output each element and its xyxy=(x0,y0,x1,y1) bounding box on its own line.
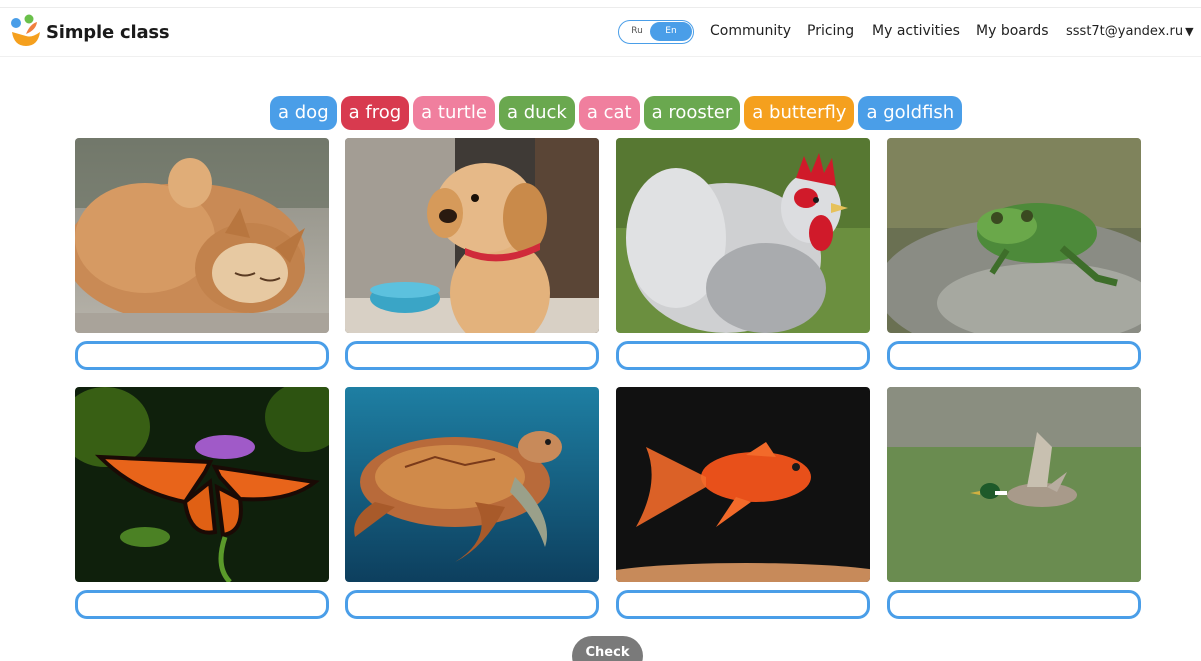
goldfish-photo xyxy=(616,387,870,582)
brand-name[interactable]: Simple class xyxy=(46,22,170,43)
answer-input[interactable] xyxy=(75,590,329,619)
answer-input[interactable] xyxy=(887,341,1141,370)
answer-input[interactable] xyxy=(345,341,599,370)
user-email: ssst7t@yandex.ru xyxy=(1066,24,1184,39)
nav-community[interactable]: Community xyxy=(710,23,791,39)
top-header: Simple class Ru En Community Pricing My … xyxy=(0,7,1201,57)
check-button[interactable]: Check xyxy=(572,636,643,661)
nav-pricing[interactable]: Pricing xyxy=(807,23,854,39)
word-chip[interactable]: a frog xyxy=(340,96,410,130)
word-chip[interactable]: a rooster xyxy=(643,96,741,130)
answer-input[interactable] xyxy=(616,590,870,619)
language-toggle[interactable]: Ru En xyxy=(618,20,694,44)
nav-my-boards[interactable]: My boards xyxy=(976,23,1049,39)
word-chip[interactable]: a butterfly xyxy=(744,96,855,130)
rooster-photo xyxy=(616,138,870,333)
answer-input[interactable] xyxy=(75,341,329,370)
word-chip[interactable]: a dog xyxy=(270,96,337,130)
cat-photo xyxy=(75,138,329,333)
answer-input[interactable] xyxy=(616,341,870,370)
word-chip[interactable]: a duck xyxy=(498,96,575,130)
nav-my-activities[interactable]: My activities xyxy=(872,23,960,39)
butterfly-photo xyxy=(75,387,329,582)
turtle-photo xyxy=(345,387,599,582)
word-chip[interactable]: a goldfish xyxy=(858,96,963,130)
word-chip[interactable]: a turtle xyxy=(413,96,495,130)
frog-photo xyxy=(887,138,1141,333)
lang-en-option[interactable]: En xyxy=(650,22,692,41)
word-chip[interactable]: a cat xyxy=(578,96,640,130)
simple-class-logo-icon[interactable] xyxy=(10,14,42,48)
word-bank: a dog a frog a turtle a duck a cat a roo… xyxy=(270,96,963,130)
puppy-photo xyxy=(345,138,599,333)
answer-input[interactable] xyxy=(887,590,1141,619)
answer-input[interactable] xyxy=(345,590,599,619)
user-menu[interactable]: ssst7t@yandex.ru ▼ xyxy=(1066,24,1194,39)
chevron-down-icon: ▼ xyxy=(1185,25,1194,38)
duck-photo xyxy=(887,387,1141,582)
